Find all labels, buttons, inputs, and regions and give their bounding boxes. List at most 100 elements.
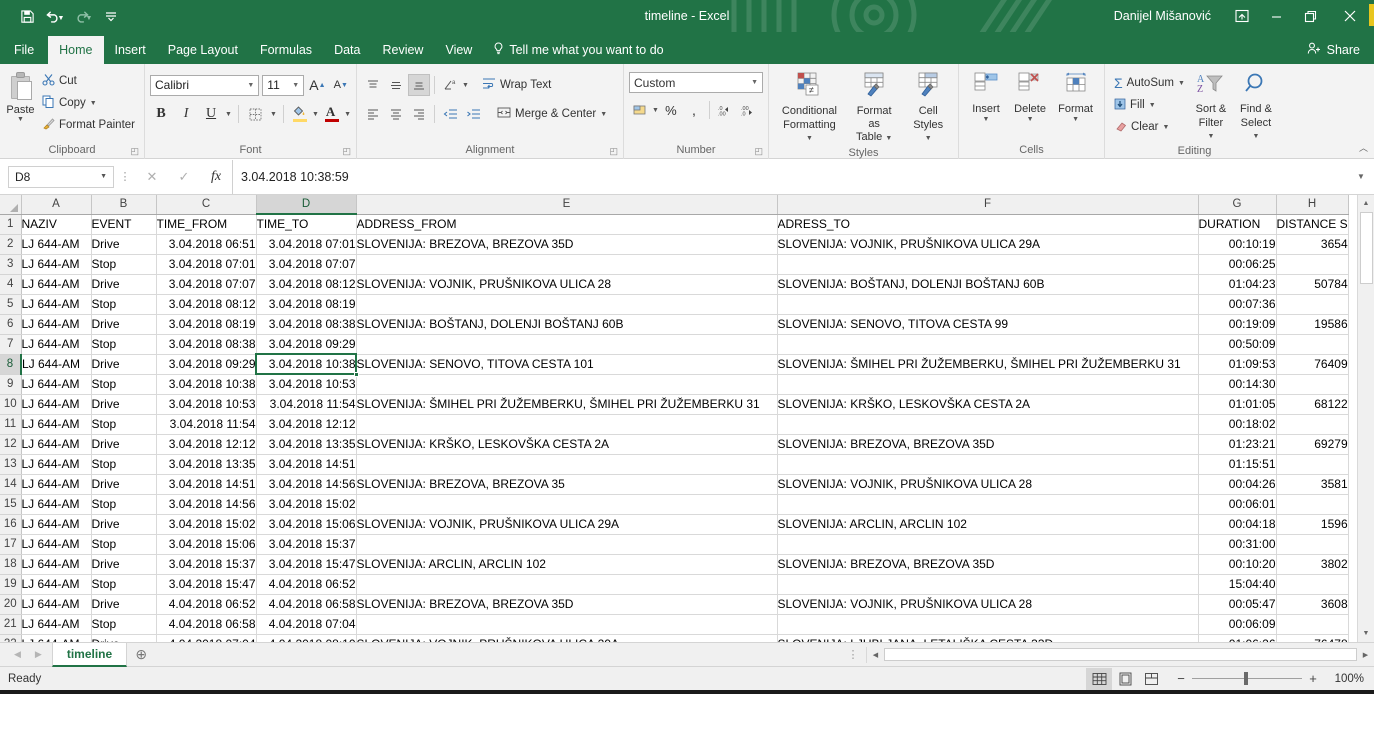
tab-file[interactable]: File [0,36,48,64]
cell-E7[interactable] [356,334,778,355]
cell-F2[interactable]: SLOVENIJA: VOJNIK, PRUŠNIKOVA ULICA 29A [777,234,1199,255]
page-layout-view-icon[interactable] [1112,668,1138,690]
cell-C9[interactable]: 3.04.2018 10:38 [156,374,257,395]
italic-button[interactable]: I [175,103,197,125]
cell-G12[interactable]: 01:23:21 [1198,434,1277,455]
cell-B20[interactable]: Drive [91,594,157,615]
cell-B6[interactable]: Drive [91,314,157,335]
cell-C13[interactable]: 3.04.2018 13:35 [156,454,257,475]
cell-B22[interactable]: Drive [91,634,157,642]
borders-icon[interactable] [245,103,267,125]
table-row[interactable]: 7 LJ 644-AM Stop 3.04.2018 08:38 3.04.2018 0… [0,334,1349,355]
cell-E21[interactable] [356,614,778,635]
cell-D4[interactable]: 3.04.2018 08:12 [256,274,357,295]
clear-dropdown-icon[interactable]: ▼ [1162,124,1169,131]
table-row[interactable]: 19 LJ 644-AM Stop 3.04.2018 15:47 4.04.2018 … [0,574,1349,595]
fill-color-button[interactable] [290,103,309,125]
cell-B11[interactable]: Stop [91,414,157,435]
column-header-a[interactable]: A [21,195,92,215]
cell-B21[interactable]: Stop [91,614,157,635]
cell-G10[interactable]: 01:01:05 [1198,394,1277,415]
cell-B8[interactable]: Drive [91,354,157,375]
paste-dropdown-icon[interactable]: ▼ [17,116,24,123]
cell-F10[interactable]: SLOVENIJA: KRŠKO, LESKOVŠKA CESTA 2A [777,394,1199,415]
cell-D10[interactable]: 3.04.2018 11:54 [256,394,357,415]
cell-B17[interactable]: Stop [91,534,157,555]
find-and-select-button[interactable]: Find & Select ▼ [1233,70,1279,144]
cell-H1[interactable]: DISTANCE S [1276,214,1349,235]
cell-G9[interactable]: 00:14:30 [1198,374,1277,395]
horizontal-scrollbar[interactable]: ◀ ▶ [866,646,1374,663]
align-right-icon[interactable] [408,103,430,125]
font-dialog-launcher-icon[interactable]: ◰ [342,144,351,158]
cell-F22[interactable]: SLOVENIJA: LJUBLJANA, LETALIŠKA CESTA 33… [777,634,1199,642]
scroll-right-icon[interactable]: ▶ [1357,651,1374,659]
row-header-4[interactable]: 4 [0,274,22,295]
cell-E11[interactable] [356,414,778,435]
cell-A8[interactable]: LJ 644-AM [21,354,92,375]
cell-B1[interactable]: EVENT [91,214,157,235]
format-as-table-button[interactable]: Format as Table ▼ [845,70,904,146]
format-painter-button[interactable]: Format Painter [38,114,139,136]
cell-G7[interactable]: 00:50:09 [1198,334,1277,355]
alignment-dialog-launcher-icon[interactable]: ◰ [609,144,618,158]
cell-A6[interactable]: LJ 644-AM [21,314,92,335]
cell-F1[interactable]: ADRESS_TO [777,214,1199,235]
column-header-b[interactable]: B [91,195,157,215]
cell-E2[interactable]: SLOVENIJA: BREZOVA, BREZOVA 35D [356,234,778,255]
cell-H11[interactable] [1276,414,1349,435]
cell-H5[interactable] [1276,294,1349,315]
cell-H7[interactable] [1276,334,1349,355]
cell-G15[interactable]: 00:06:01 [1198,494,1277,515]
cell-A4[interactable]: LJ 644-AM [21,274,92,295]
cell-F16[interactable]: SLOVENIJA: ARCLIN, ARCLIN 102 [777,514,1199,535]
align-left-icon[interactable] [362,103,384,125]
conditional-formatting-button[interactable]: ≠ Conditional Formatting ▼ [774,70,845,146]
horizontal-scroll-thumb[interactable] [884,648,1357,661]
column-header-c[interactable]: C [156,195,257,215]
cell-G4[interactable]: 01:04:23 [1198,274,1277,295]
cell-D5[interactable]: 3.04.2018 08:19 [256,294,357,315]
cell-H12[interactable]: 69279 [1276,434,1349,455]
previous-sheet-icon[interactable]: ◀ [14,649,21,660]
cell-A16[interactable]: LJ 644-AM [21,514,92,535]
page-break-view-icon[interactable] [1138,668,1164,690]
close-icon[interactable] [1327,0,1372,32]
cell-H3[interactable] [1276,254,1349,275]
cell-C18[interactable]: 3.04.2018 15:37 [156,554,257,575]
sheet-tab-timeline[interactable]: timeline [51,642,128,667]
increase-font-size-icon[interactable]: A ▲ [307,74,327,96]
table-row[interactable]: 20 LJ 644-AM Drive 4.04.2018 06:52 4.04.2018… [0,594,1349,615]
zoom-level-label[interactable]: 100% [1330,673,1374,685]
cell-B12[interactable]: Drive [91,434,157,455]
cell-H21[interactable] [1276,614,1349,635]
row-header-8[interactable]: 8 [0,354,22,375]
cell-E17[interactable] [356,534,778,555]
vertical-scrollbar[interactable]: ▲ ▼ [1357,195,1374,642]
comma-style-button[interactable]: , [683,99,705,121]
cell-B9[interactable]: Stop [91,374,157,395]
cell-A10[interactable]: LJ 644-AM [21,394,92,415]
cell-H9[interactable] [1276,374,1349,395]
vertical-scroll-thumb[interactable] [1359,212,1373,284]
cell-H20[interactable]: 3608 [1276,594,1349,615]
zoom-slider-thumb[interactable] [1244,672,1248,685]
cell-F4[interactable]: SLOVENIJA: BOŠTANJ, DOLENJI BOŠTANJ 60B [777,274,1199,295]
zoom-in-button[interactable]: + [1302,671,1324,686]
cell-E8[interactable]: SLOVENIJA: SENOVO, TITOVA CESTA 101 [356,354,778,375]
next-sheet-icon[interactable]: ▶ [35,649,42,660]
cell-G19[interactable]: 15:04:40 [1198,574,1277,595]
tab-home[interactable]: Home [48,36,104,64]
paste-button[interactable]: Paste ▼ [5,70,36,143]
cell-G13[interactable]: 01:15:51 [1198,454,1277,475]
cell-H4[interactable]: 50784 [1276,274,1349,295]
cell-F7[interactable] [777,334,1199,355]
row-header-10[interactable]: 10 [0,394,22,415]
clipboard-dialog-launcher-icon[interactable]: ◰ [130,144,139,158]
row-header-19[interactable]: 19 [0,574,22,595]
row-header-1[interactable]: 1 [0,214,22,235]
merge-dropdown-icon[interactable]: ▼ [600,111,607,118]
fill-button[interactable]: Fill ▼ [1110,94,1189,116]
cell-C15[interactable]: 3.04.2018 14:56 [156,494,257,515]
cell-H2[interactable]: 3654 [1276,234,1349,255]
